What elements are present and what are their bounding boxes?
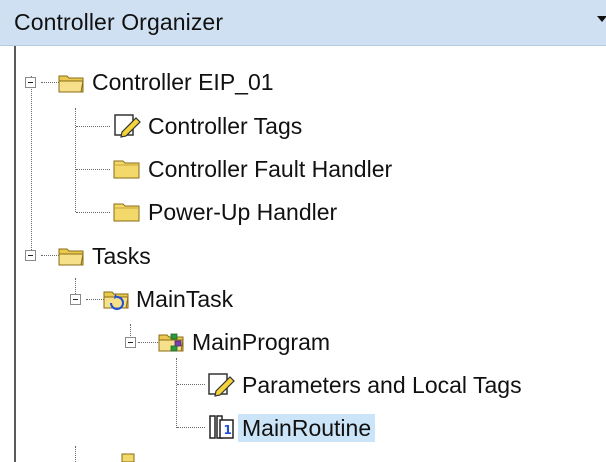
tree-item-controller-tags[interactable]: Controller Tags: [148, 112, 302, 140]
panel-title: Controller Organizer: [14, 9, 224, 35]
folder-open-icon: [58, 75, 84, 93]
tree-line: [75, 108, 76, 212]
controller-tree: Controller EIP_01 Controller Tags Contro…: [14, 46, 606, 462]
collapse-controller-button[interactable]: [25, 77, 36, 88]
tree-line: [76, 169, 110, 170]
panel-header: Controller Organizer: [0, 0, 606, 46]
svg-text:1: 1: [224, 423, 232, 437]
collapse-maintask-button[interactable]: [70, 294, 81, 305]
tree-item-maintask[interactable]: MainTask: [136, 285, 233, 313]
folder-open-icon: [58, 248, 84, 266]
tags-pencil-icon: [114, 114, 141, 138]
tree-line: [31, 76, 32, 256]
program-folder-icon: [158, 333, 184, 352]
tree-line: [138, 342, 158, 343]
tree-item-mainprogram[interactable]: MainProgram: [192, 328, 330, 356]
collapse-mainprogram-button[interactable]: [125, 337, 136, 348]
panel-menu-arrow-icon[interactable]: [597, 16, 606, 22]
tree-line: [76, 126, 110, 127]
tree-item-controller[interactable]: Controller EIP_01: [92, 68, 274, 96]
tree-item-powerup-handler[interactable]: Power-Up Handler: [148, 198, 337, 226]
folder-icon: [113, 160, 140, 179]
folder-icon: [121, 453, 135, 462]
tree-line: [75, 446, 76, 462]
tags-pencil-icon: [208, 373, 235, 397]
collapse-tasks-button[interactable]: [25, 250, 36, 261]
tree-line: [177, 427, 205, 428]
main-routine-icon: 1: [209, 415, 234, 439]
tree-line: [76, 212, 110, 213]
folder-icon: [113, 203, 140, 222]
tree-item-tasks[interactable]: Tasks: [92, 242, 151, 270]
tree-item-fault-handler[interactable]: Controller Fault Handler: [148, 155, 392, 183]
tree-item-mainroutine[interactable]: MainRoutine: [238, 414, 376, 442]
tree-line: [177, 384, 205, 385]
tree-line: [176, 358, 177, 428]
tree-item-parameters-local-tags[interactable]: Parameters and Local Tags: [242, 371, 522, 399]
continuous-task-icon: [103, 291, 129, 310]
